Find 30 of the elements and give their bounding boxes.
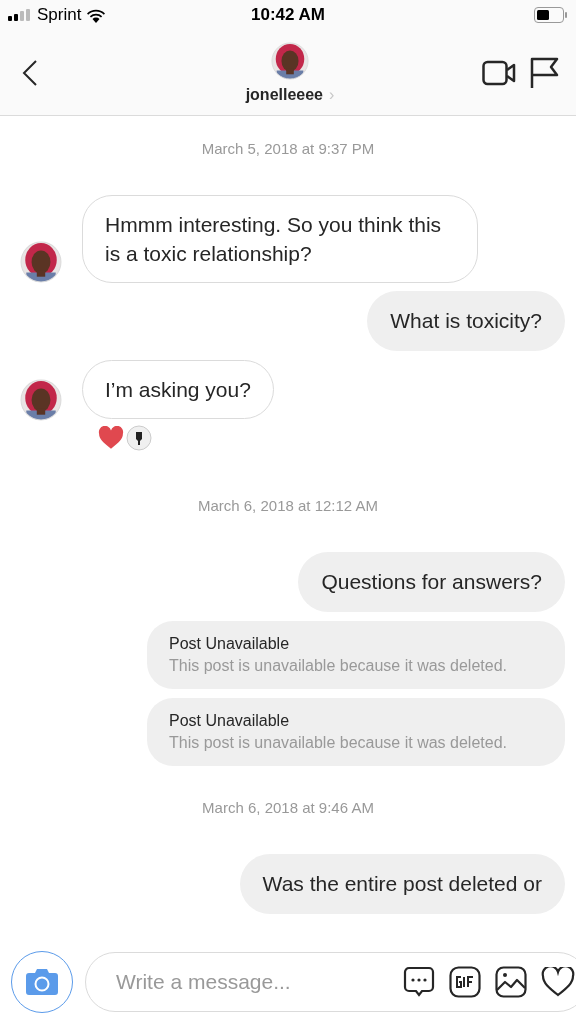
gif-icon[interactable] xyxy=(449,966,481,998)
message-bubble: Was the entire post deleted or xyxy=(239,854,565,914)
carrier-name: Sprint xyxy=(37,5,82,25)
wifi-icon xyxy=(86,7,107,23)
message-bubble: I’m asking you? xyxy=(82,360,274,419)
camera-icon xyxy=(25,968,59,996)
image-icon[interactable] xyxy=(495,966,527,998)
message-input[interactable]: Write a message... xyxy=(114,969,389,995)
fist-icon xyxy=(126,425,152,451)
chat-bubble-icon[interactable] xyxy=(403,966,435,998)
back-button[interactable] xyxy=(22,58,38,87)
heart-icon[interactable] xyxy=(541,967,575,997)
message-bubble: What is toxicity? xyxy=(367,291,565,351)
timestamp: March 6, 2018 at 12:12 AM xyxy=(196,497,380,514)
chevron: › xyxy=(329,85,335,104)
timestamp: March 6, 2018 at 9:46 AM xyxy=(201,799,375,816)
timestamp: March 5, 2018 at 9:37 PM xyxy=(200,140,376,157)
post-description: This post is unavailable because it was deleted. xyxy=(169,734,508,752)
message-bubble: Questions for answers? xyxy=(298,552,565,612)
flag-button[interactable] xyxy=(530,56,560,89)
post-title: Post Unavailable xyxy=(169,712,291,730)
heart-icon xyxy=(98,426,124,450)
signal-icon xyxy=(8,9,32,21)
post-description: This post is unavailable because it was deleted. xyxy=(169,657,508,675)
message-bubble: Hmmm interesting. So you think this is a toxic relationship? xyxy=(82,195,478,283)
video-call-button[interactable] xyxy=(482,58,516,87)
battery-icon xyxy=(534,7,568,23)
clock-time: 10:42 AM xyxy=(251,5,325,25)
username[interactable]: jonelleeee xyxy=(245,85,323,104)
post-title: Post Unavailable xyxy=(169,635,291,653)
